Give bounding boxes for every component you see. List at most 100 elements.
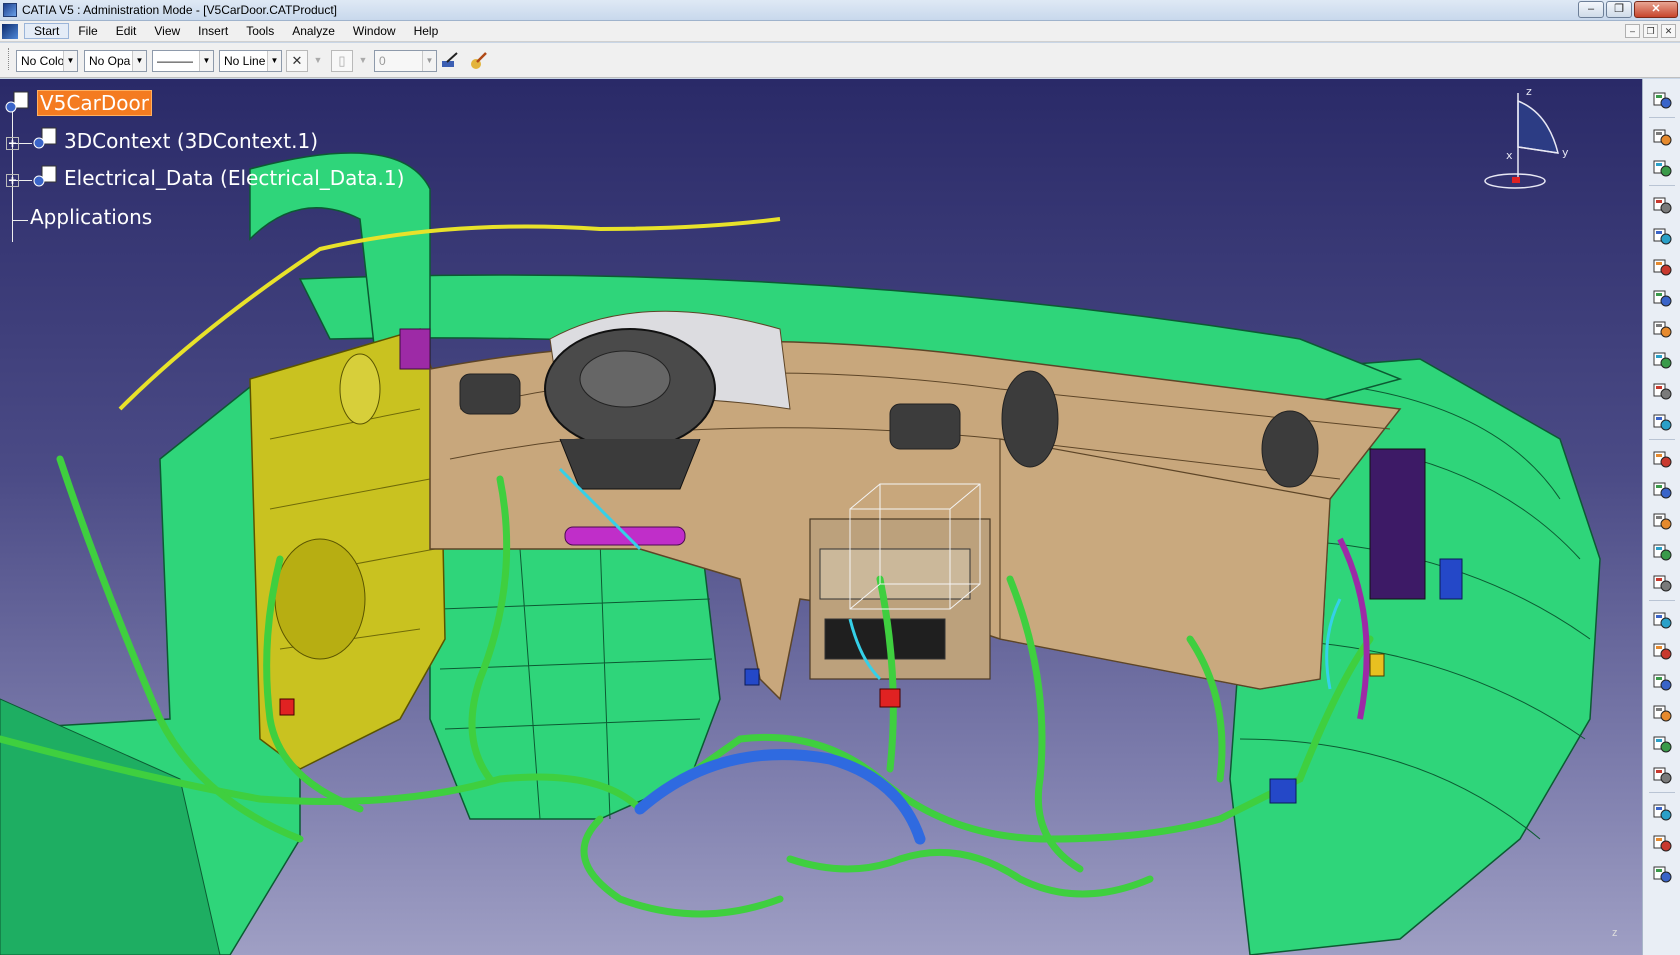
toolbar-separator [1649,600,1675,601]
reorder-icon[interactable] [1651,349,1673,371]
select-arrow-icon[interactable] [1651,126,1673,148]
expand-icon[interactable]: + [6,136,19,150]
menu-window[interactable]: Window [344,24,405,39]
doc-close-button[interactable]: ✕ [1661,24,1676,38]
minimize-button[interactable]: – [1578,1,1604,18]
coincidence-icon[interactable] [1651,640,1673,662]
radio-unit [819,548,971,600]
menu-start[interactable]: Start [24,23,70,39]
toolbar-separator [1649,185,1675,186]
doc-minimize-button[interactable]: – [1625,24,1640,38]
close-button[interactable]: ✕ [1634,1,1678,18]
line-style-combo[interactable]: ——— ▼ [152,50,214,72]
menu-analyze[interactable]: Analyze [283,24,344,39]
offset-icon[interactable] [1651,702,1673,724]
opacity-combo-value: No Opa [89,54,131,68]
component-icon[interactable] [32,126,57,150]
update-icon[interactable] [1651,801,1673,823]
connector-blue [1439,558,1463,600]
line-weight-combo-value: No Line [224,54,266,68]
snap-icon[interactable] [1651,510,1673,532]
constraint-icon[interactable] [1651,609,1673,631]
component-icon[interactable] [32,164,57,188]
center-tunnel-panel [429,528,721,820]
compass[interactable]: z y x [1468,83,1578,193]
line-weight-combo[interactable]: No Line ▼ [219,50,282,72]
tree-root-node[interactable]: V5CarDoor [37,90,152,116]
menu-file[interactable]: File [69,24,106,39]
chevron-down-icon[interactable]: ▼ [199,51,213,71]
chevron-down-icon[interactable]: ▼ [267,51,281,71]
mirror-trim [399,328,431,370]
center-vent [889,403,961,450]
menu-items: Start File Edit View Insert Tools Analyz… [24,23,448,39]
catia-logo-icon[interactable] [2,24,18,39]
product-icon[interactable] [4,90,29,114]
painter-icon[interactable] [439,50,461,72]
chevron-down-icon[interactable]: ▼ [63,51,77,71]
layer-button[interactable]: ▯ [331,50,353,72]
window-title: CATIA V5 : Administration Mode - [V5CarD… [22,3,338,17]
window-controls: – ❐ ✕ [1578,1,1678,18]
connector-blue [1269,778,1297,804]
manipulation-icon[interactable] [1651,479,1673,501]
color-combo[interactable]: No Colo ▼ [16,50,78,72]
specification-tree: V5CarDoor + 3DContext (3DContext.1) + El… [0,88,404,248]
corner-axis-label: z [1612,927,1618,939]
connector-blue [744,668,760,686]
doc-restore-button[interactable]: ❐ [1643,24,1658,38]
tree-node-3dcontext[interactable]: 3DContext (3DContext.1) [64,129,318,153]
right-center-vent [1001,370,1059,468]
tree-node-applications[interactable]: Applications [30,205,152,229]
fix-icon[interactable] [1651,764,1673,786]
gear-assembly-icon[interactable] [1651,194,1673,216]
compass-x-label: x [1506,149,1513,162]
title-bar: CATIA V5 : Administration Mode - [V5CarD… [0,0,1680,21]
restore-button[interactable]: ❐ [1606,1,1632,18]
catia-app-icon[interactable] [3,3,17,17]
compass-y-label: y [1562,146,1569,159]
properties-painter-icon[interactable] [468,50,490,72]
menu-edit[interactable]: Edit [107,24,146,39]
compass-settings-icon[interactable] [1651,89,1673,111]
point-symbol-button[interactable]: ✕ [286,50,308,72]
toolbar-separator [1649,439,1675,440]
line-style-combo-value: ——— [157,54,193,68]
toolbar-grip[interactable] [8,48,11,70]
expand-icon[interactable]: + [6,173,19,187]
insert-existing-icon[interactable] [1651,287,1673,309]
scenes-icon[interactable] [1651,832,1673,854]
chevron-down-icon[interactable]: ▼ [310,50,326,72]
menu-insert[interactable]: Insert [189,24,237,39]
tool-palette-icon[interactable] [1651,157,1673,179]
publication-icon[interactable] [1651,863,1673,885]
menu-tools[interactable]: Tools [237,24,283,39]
tree-node-electrical-data[interactable]: Electrical_Data (Electrical_Data.1) [64,166,404,190]
generate-numbering-icon[interactable] [1651,380,1673,402]
3d-viewport[interactable]: V5CarDoor + 3DContext (3DContext.1) + El… [0,79,1642,955]
product-icon[interactable] [1651,225,1673,247]
layer-combo[interactable]: 0 ▼ [374,50,437,72]
menu-help[interactable]: Help [405,24,448,39]
chevron-down-icon[interactable]: ▼ [422,51,436,71]
stop-manipulation-icon[interactable] [1651,572,1673,594]
layer-combo-value: 0 [379,54,386,68]
multi-instantiation-icon[interactable] [1651,448,1673,470]
catalog-icon[interactable] [1651,411,1673,433]
connector-yellow [1369,653,1385,677]
chevron-down-icon[interactable]: ▼ [132,51,146,71]
menu-view[interactable]: View [145,24,189,39]
component-icon[interactable] [1651,256,1673,278]
angle-icon[interactable] [1651,733,1673,755]
color-combo-value: No Colo [21,54,65,68]
replace-component-icon[interactable] [1651,318,1673,340]
toolbar-separator [1649,117,1675,118]
electronic-module [1369,448,1426,600]
document-controls: – ❐ ✕ [1625,24,1676,38]
right-toolbar [1642,79,1680,955]
contact-icon[interactable] [1651,671,1673,693]
opacity-combo[interactable]: No Opa ▼ [84,50,147,72]
chevron-down-icon[interactable]: ▼ [355,50,371,72]
explode-icon[interactable] [1651,541,1673,563]
connector-red [879,688,901,708]
